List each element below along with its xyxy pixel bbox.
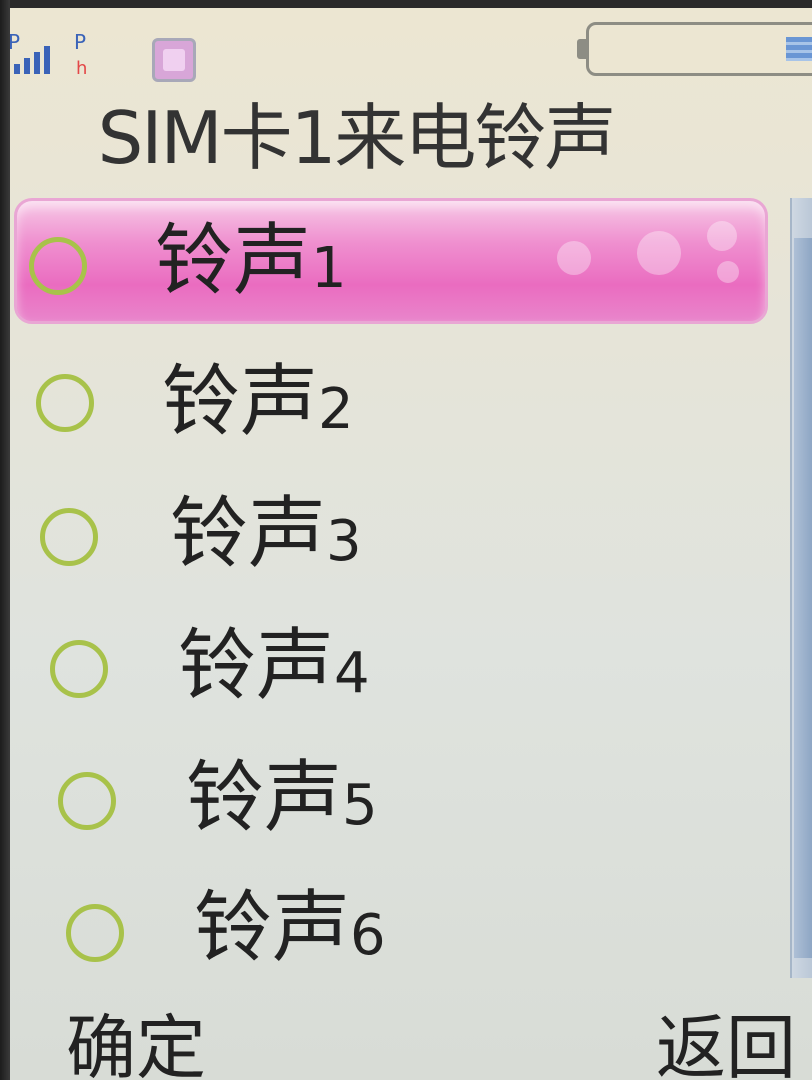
ringtone-label: 铃声5 — [186, 753, 378, 843]
back-softkey[interactable]: 返回 — [656, 1003, 796, 1080]
scrollbar[interactable] — [790, 198, 812, 978]
confirm-softkey[interactable]: 确定 — [66, 1003, 206, 1080]
ringtone-label: 铃声2 — [162, 357, 354, 447]
device-bezel — [0, 0, 10, 1080]
battery-icon — [577, 22, 812, 76]
radio-button-icon[interactable] — [29, 237, 87, 295]
phone-screen: P P h SIM卡1来电铃声 铃声1 铃声2 铃声3 铃声4 铃声5 铃声6 … — [0, 8, 812, 1080]
ringtone-item-5[interactable]: 铃声5 — [32, 740, 792, 864]
ringtone-label: 铃声3 — [170, 489, 362, 579]
signal-bars-icon: P — [8, 30, 56, 82]
radio-button-icon[interactable] — [66, 904, 124, 962]
radio-button-icon[interactable] — [58, 772, 116, 830]
ringtone-label: 铃声1 — [155, 216, 347, 306]
radio-button-icon[interactable] — [50, 640, 108, 698]
gprs-sub-label: h — [76, 58, 88, 79]
gprs-label: P — [74, 30, 87, 54]
gprs-icon: P h — [74, 30, 98, 82]
ringtone-label: 铃声6 — [194, 883, 386, 973]
ringtone-item-3[interactable]: 铃声3 — [24, 476, 784, 600]
page-title: SIM卡1来电铃声 — [97, 96, 617, 180]
battery-level — [786, 37, 812, 61]
ringtone-item-6[interactable]: 铃声6 — [36, 870, 796, 994]
sim-card-icon — [152, 38, 196, 82]
scrollbar-thumb[interactable] — [794, 238, 812, 958]
radio-button-icon[interactable] — [36, 374, 94, 432]
ringtone-item-1[interactable]: 铃声1 — [14, 198, 768, 324]
ringtone-label: 铃声4 — [178, 621, 370, 711]
ringtone-item-4[interactable]: 铃声4 — [28, 608, 788, 732]
status-bar: P P h — [0, 8, 812, 82]
radio-button-icon[interactable] — [40, 508, 98, 566]
ringtone-item-2[interactable]: 铃声2 — [20, 344, 780, 468]
